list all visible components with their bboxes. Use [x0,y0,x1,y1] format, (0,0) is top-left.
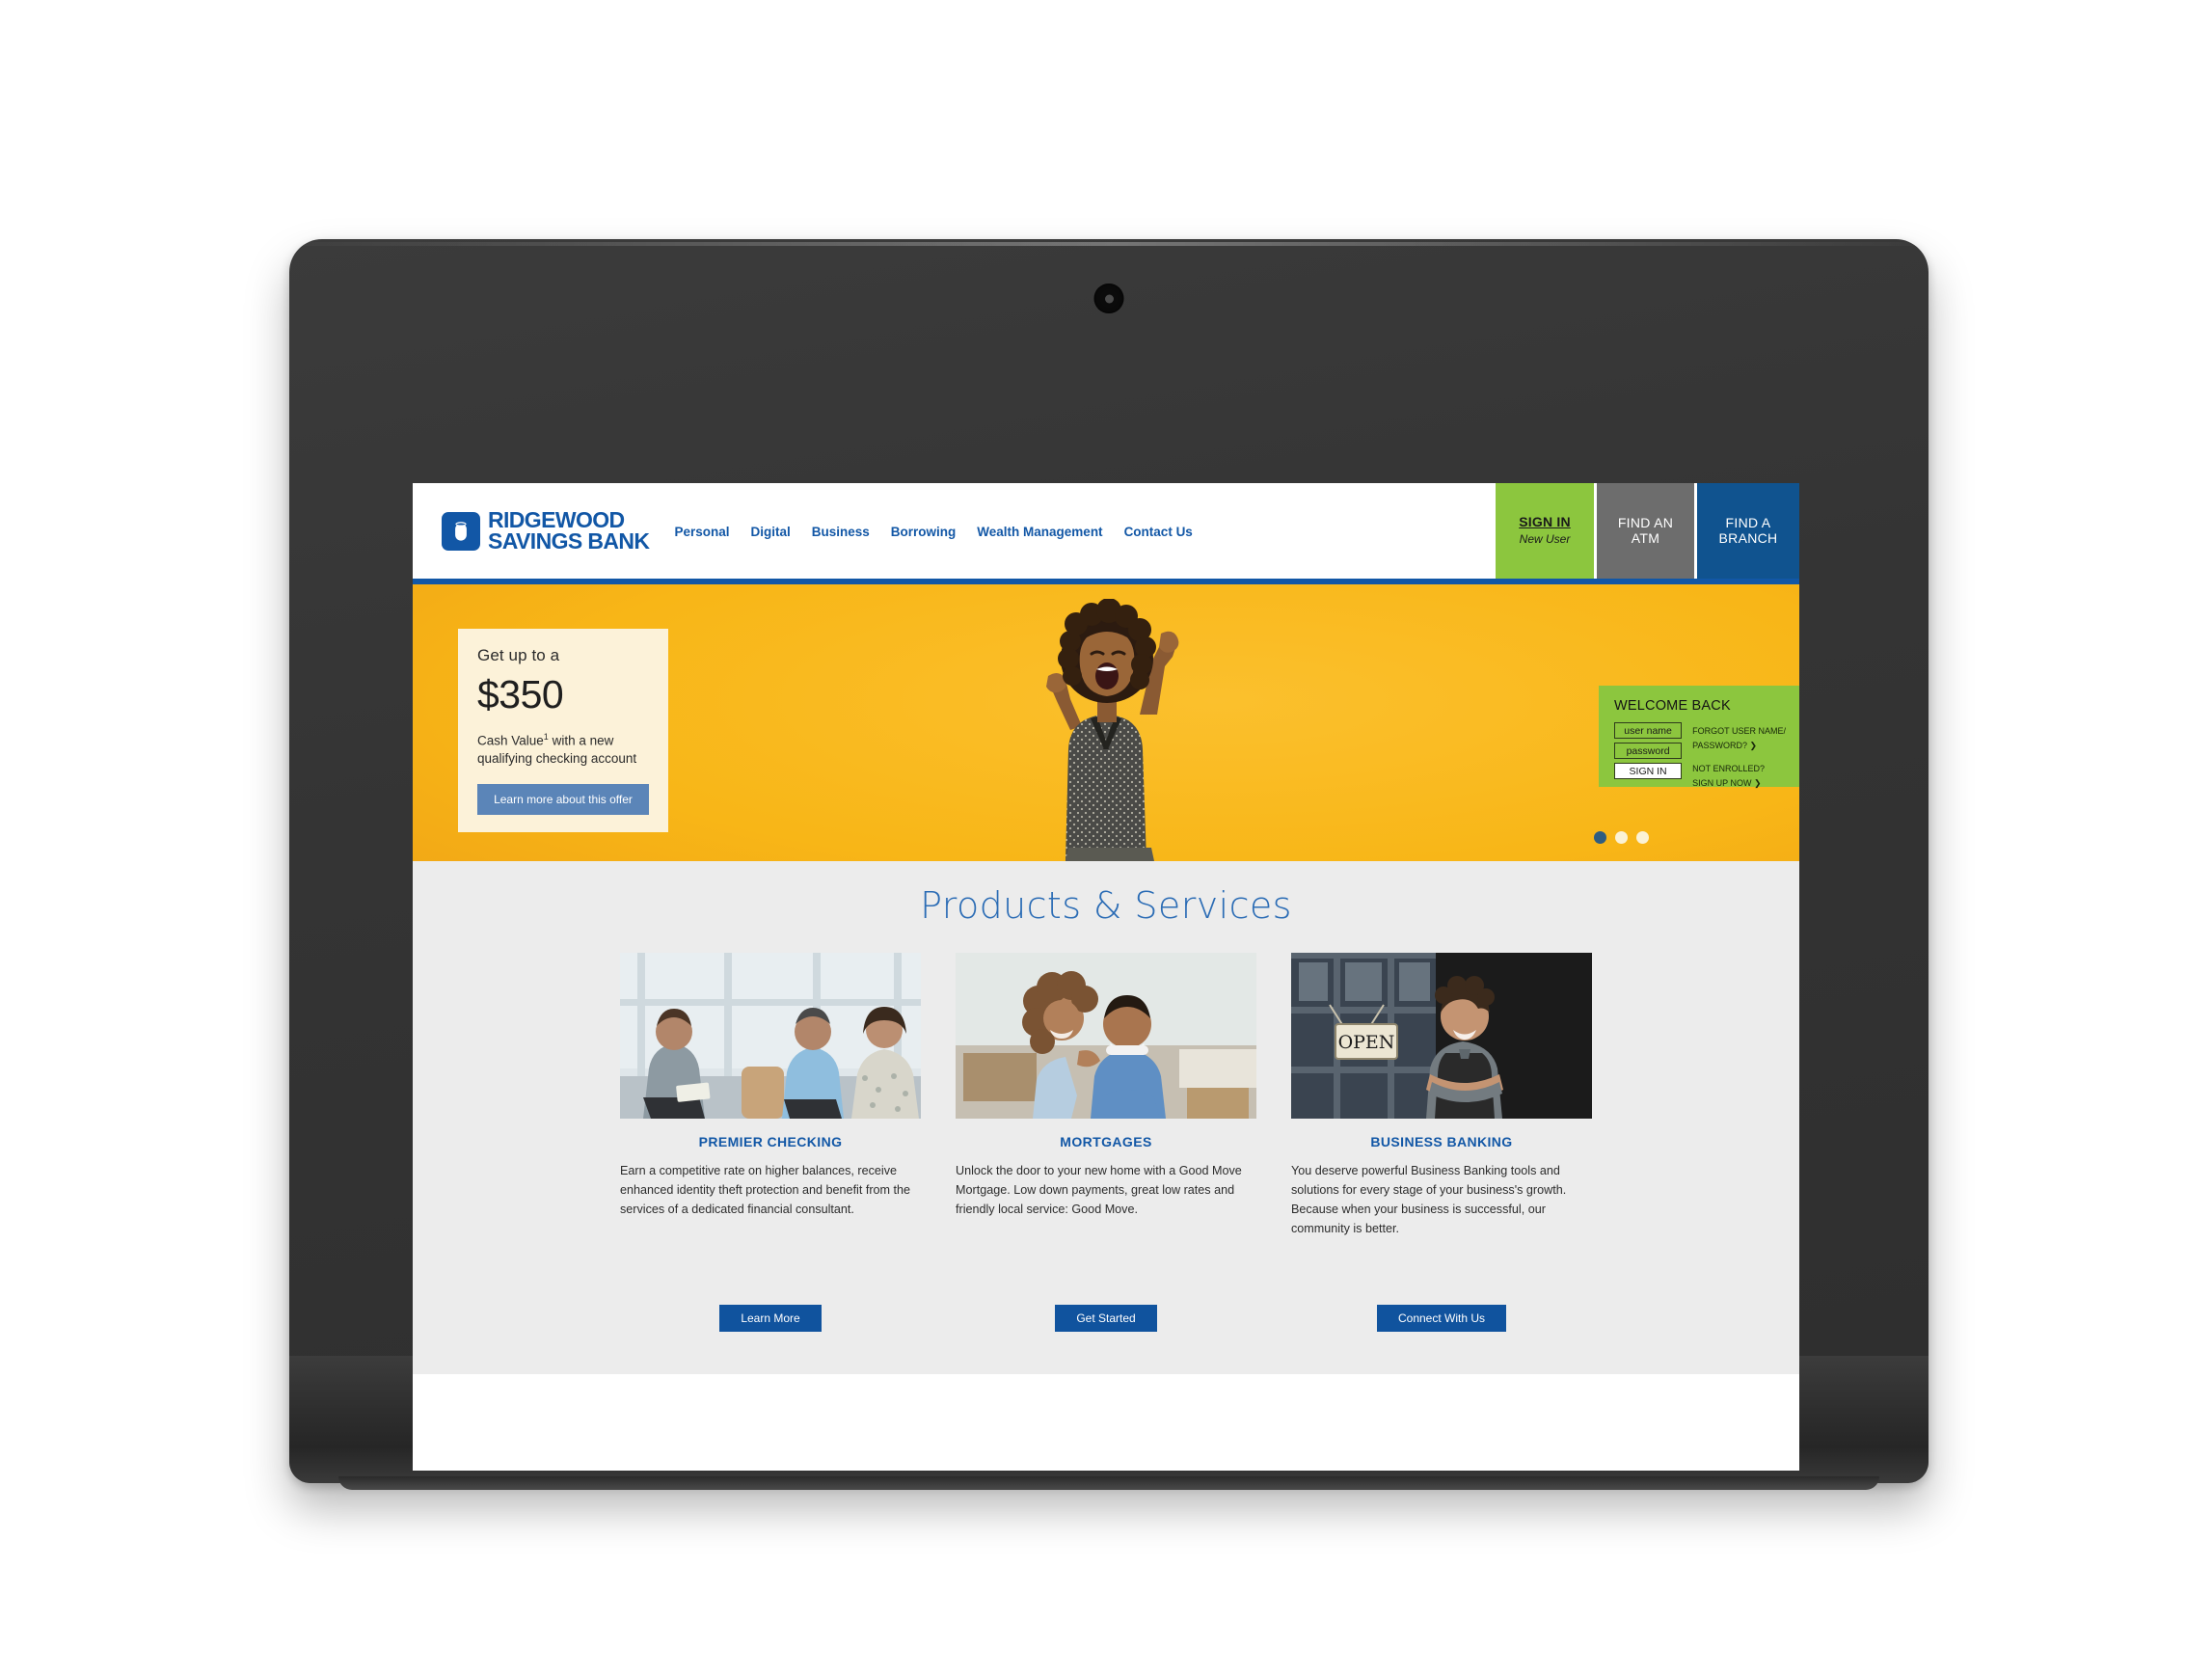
find-branch-line-2: BRANCH [1718,529,1778,546]
sign-in-button[interactable]: SIGN IN New User [1496,483,1594,579]
find-branch-line-1: FIND A [1725,514,1771,530]
mortgages-text: Unlock the door to your new home with a … [956,1164,1242,1216]
premier-checking-image [620,953,921,1119]
acorn-shield-logo-icon [442,511,480,551]
site-header: RIDGEWOOD SAVINGS BANK Personal Digital … [413,483,1799,579]
login-panel-title: WELCOME BACK [1614,698,1731,714]
products-and-services-section: Products & Services PREMIER CHECKING Ear… [413,861,1799,1374]
nav-item-wealth-management[interactable]: Wealth Management [977,525,1102,539]
header-action-buttons: SIGN IN New User FIND AN ATM FIND A BRAN… [1496,483,1799,579]
bezel-highlight [303,242,1915,246]
svg-text:OPEN: OPEN [1338,1032,1395,1053]
product-card-mortgages: MORTGAGES Unlock the door to your new ho… [956,953,1256,1239]
login-panel-body: SIGN IN FORGOT USER NAME/ PASSWORD? ❯ NO… [1614,722,1786,790]
product-card-buttons: Learn More Get Started Connect With Us [413,1305,1799,1332]
mortgages-get-started-button[interactable]: Get Started [1055,1305,1157,1332]
find-atm-line-1: FIND AN [1617,514,1674,530]
carousel-dot-3[interactable] [1636,831,1649,844]
carousel-dot-1[interactable] [1594,831,1606,844]
mortgages-title: MORTGAGES [1060,1134,1152,1149]
premier-checking-title: PREMIER CHECKING [698,1134,843,1149]
hero-celebrating-woman-image [1046,599,1179,861]
sign-up-now-link[interactable]: SIGN UP NOW ❯ [1692,776,1786,791]
mortgages-button-slot: Get Started [956,1305,1256,1332]
hero-banner: Get up to a $350 Cash Value1 with a new … [413,584,1799,861]
brand-wordmark: RIDGEWOOD SAVINGS BANK [488,509,650,554]
business-banking-title: BUSINESS BANKING [1370,1134,1513,1149]
premier-checking-button-slot: Learn More [620,1305,921,1332]
brand-logo[interactable]: RIDGEWOOD SAVINGS BANK [442,509,650,554]
product-card-list: PREMIER CHECKING Earn a competitive rate… [413,953,1799,1239]
premier-checking-learn-more-button[interactable]: Learn More [719,1305,822,1332]
business-banking-button-slot: Connect With Us [1291,1305,1592,1332]
product-card-premier-checking: PREMIER CHECKING Earn a competitive rate… [620,953,921,1239]
find-atm-line-2: ATM [1631,529,1660,546]
username-input[interactable] [1614,722,1683,739]
offer-kicker: Get up to a [477,646,560,664]
brand-line-2: SAVINGS BANK [488,527,650,554]
nav-item-personal[interactable]: Personal [674,525,729,539]
offer-amount: $350 [477,672,564,716]
carousel-dot-2[interactable] [1615,831,1628,844]
products-section-title: Products & Services [920,884,1292,927]
welcome-back-login-panel: WELCOME BACK SIGN IN FORGOT USER NAME/ P… [1599,686,1799,790]
login-help-links: FORGOT USER NAME/ PASSWORD? ❯ NOT ENROLL… [1692,722,1786,790]
hero-carousel-dots [1594,831,1649,844]
find-an-atm-button[interactable]: FIND AN ATM [1597,483,1694,579]
premier-checking-text: Earn a competitive rate on higher balanc… [620,1164,911,1216]
tablet-foot [338,1476,1879,1490]
main-navigation: Personal Digital Business Borrowing Weal… [674,525,1192,539]
sign-in-label: SIGN IN [1519,514,1571,530]
new-user-label: New User [1519,532,1571,547]
business-banking-image: OPEN [1291,953,1592,1119]
business-banking-text: You deserve powerful Business Banking to… [1291,1164,1567,1235]
offer-learn-more-button[interactable]: Learn more about this offer [477,783,649,815]
browser-viewport: RIDGEWOOD SAVINGS BANK Personal Digital … [413,483,1799,1471]
business-banking-connect-button[interactable]: Connect With Us [1376,1305,1507,1332]
nav-item-contact-us[interactable]: Contact Us [1124,525,1193,539]
password-input[interactable] [1614,743,1683,759]
not-enrolled-label: NOT ENROLLED? [1692,764,1766,774]
login-form: SIGN IN [1614,722,1683,790]
nav-item-borrowing[interactable]: Borrowing [891,525,957,539]
forgot-credentials-link-line-1[interactable]: FORGOT USER NAME/ [1692,724,1786,739]
login-submit-button[interactable]: SIGN IN [1614,763,1683,779]
forgot-credentials-link-line-2[interactable]: PASSWORD? ❯ [1692,739,1786,753]
mortgages-image [956,953,1256,1119]
offer-description-lead: Cash Value [477,733,544,748]
offer-description: Cash Value1 with a new qualifying checki… [477,731,649,768]
tablet-device: RIDGEWOOD SAVINGS BANK Personal Digital … [289,239,1929,1490]
nav-item-digital[interactable]: Digital [750,525,790,539]
login-links-spacer [1692,752,1786,762]
offer-footnote-marker: 1 [543,732,549,742]
camera-icon [1093,284,1124,313]
hero-offer-card: Get up to a $350 Cash Value1 with a new … [458,629,668,832]
find-a-branch-button[interactable]: FIND A BRANCH [1697,483,1799,579]
product-card-business-banking: OPEN BUSINESS BANKING You deserve powerf… [1291,953,1592,1239]
nav-item-business[interactable]: Business [812,525,870,539]
